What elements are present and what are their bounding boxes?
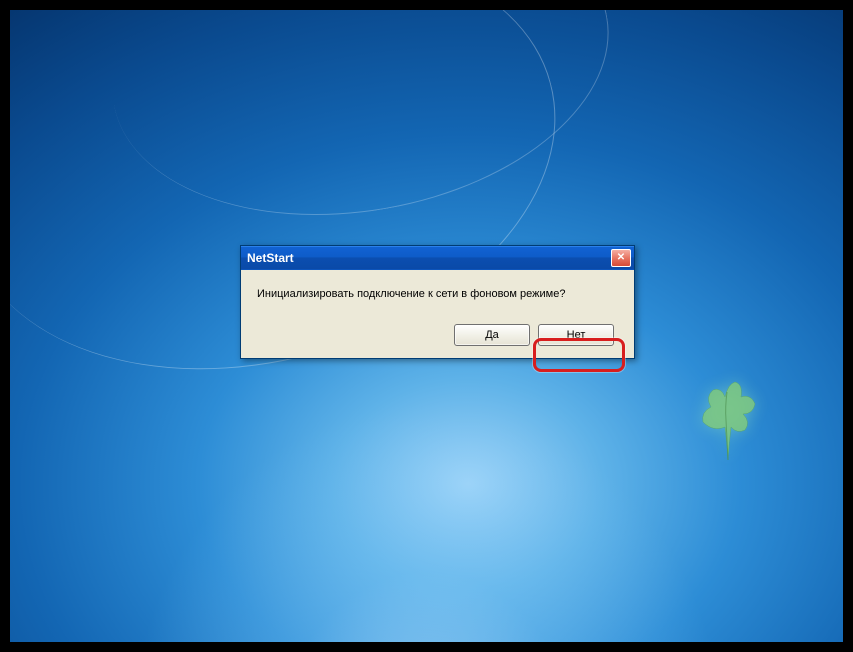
background-glow (77, 342, 777, 642)
desktop-background: NetStart ✕ Инициализировать подключение … (10, 10, 843, 642)
dialog-titlebar[interactable]: NetStart ✕ (241, 246, 634, 270)
dialog-title: NetStart (247, 251, 294, 265)
dialog-body: Инициализировать подключение к сети в фо… (241, 270, 634, 358)
close-icon: ✕ (617, 253, 625, 263)
dialog-message: Инициализировать подключение к сети в фо… (257, 288, 618, 300)
yes-button[interactable]: Да (454, 324, 530, 346)
close-button[interactable]: ✕ (611, 249, 631, 267)
button-row: Да Нет (257, 324, 618, 346)
decorative-leaf (693, 372, 763, 462)
no-button[interactable]: Нет (538, 324, 614, 346)
netstart-dialog: NetStart ✕ Инициализировать подключение … (240, 245, 635, 359)
